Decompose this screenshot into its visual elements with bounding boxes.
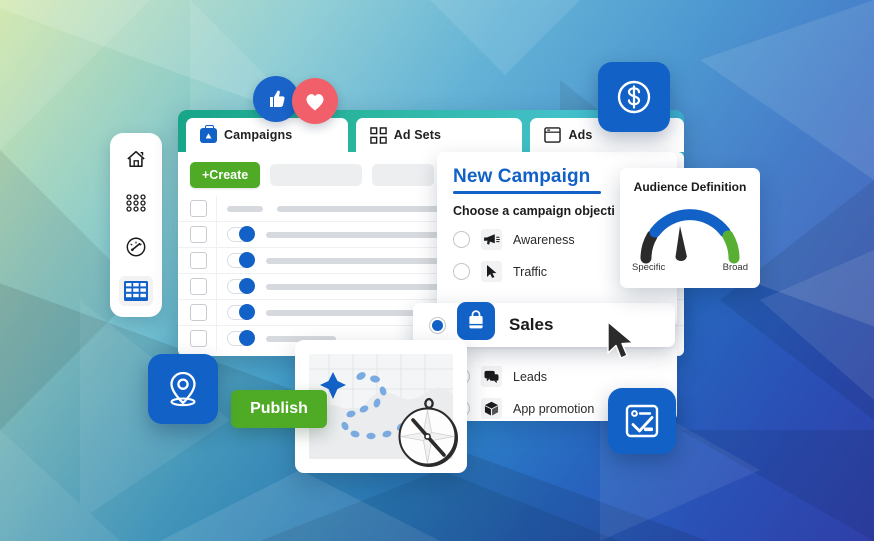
row-checkbox[interactable] (190, 330, 207, 347)
thumbs-up-icon (270, 90, 285, 107)
column-divider (216, 326, 217, 351)
audience-title: Audience Definition (633, 180, 747, 194)
objective-traffic-label: Traffic (513, 264, 548, 279)
objective-sales-label: Sales (509, 315, 554, 334)
adsets-grid-icon (370, 126, 387, 144)
row-checkbox[interactable] (190, 252, 207, 269)
table-grid-icon (124, 281, 148, 301)
row-toggle[interactable] (227, 277, 255, 294)
objective-radio[interactable] (453, 231, 470, 248)
cell-placeholder (277, 205, 442, 212)
publish-button[interactable]: Publish (231, 390, 327, 428)
row-toggle[interactable] (227, 303, 255, 320)
checklist-icon (625, 404, 659, 438)
objective-awareness-label: Awareness (513, 232, 575, 247)
sidebar-item-apps[interactable] (119, 188, 153, 218)
row-toggle[interactable] (227, 329, 255, 346)
megaphone-icon (481, 229, 502, 250)
location-badge[interactable] (148, 354, 218, 424)
sidebar-item-home[interactable] (119, 144, 153, 174)
screenshot-stage: Campaigns Ad Sets Ads +Create Leads App … (0, 0, 874, 541)
tab-campaigns[interactable]: Campaigns (186, 118, 348, 152)
column-divider (216, 300, 217, 325)
shopping-bag-icon (457, 302, 495, 340)
compass-icon (398, 398, 458, 467)
heart-icon (306, 94, 324, 111)
tab-ad-sets[interactable]: Ad Sets (355, 118, 523, 152)
dollar-badge[interactable] (598, 62, 670, 132)
left-sidebar[interactable] (110, 133, 162, 317)
tab-ads-label: Ads (568, 128, 593, 142)
dollar-circle-icon (617, 80, 651, 114)
speedometer-icon (126, 237, 146, 257)
audience-label-specific: Specific (632, 262, 666, 273)
home-icon (127, 150, 145, 168)
tab-campaigns-label: Campaigns (224, 128, 293, 142)
objective-leads-label: Leads (513, 369, 548, 384)
audience-label-broad: Broad (722, 262, 748, 273)
objective-leads[interactable]: Leads (453, 366, 677, 387)
column-divider (216, 196, 217, 221)
sidebar-item-dashboard[interactable] (119, 232, 153, 262)
column-divider (216, 222, 217, 247)
reaction-love[interactable] (292, 78, 338, 124)
chat-bubbles-icon (481, 366, 502, 387)
row-checkbox[interactable] (190, 304, 207, 321)
audience-definition-card: Audience Definition Specific Broad (620, 168, 760, 288)
row-toggle[interactable] (227, 225, 255, 242)
cube-box-icon (481, 398, 502, 419)
create-button[interactable]: +Create (190, 162, 261, 188)
task-badge[interactable] (608, 388, 676, 454)
cell-placeholder (227, 205, 263, 212)
objective-radio-selected[interactable] (429, 316, 446, 334)
campaigns-bag-icon (200, 124, 217, 143)
cursor-arrow-icon (481, 261, 502, 282)
objective-radio[interactable] (453, 263, 470, 280)
toolbar-placeholder-2 (372, 164, 435, 186)
row-toggle[interactable] (227, 251, 255, 268)
mouse-pointer (607, 321, 634, 359)
ads-frame-icon (544, 127, 562, 143)
row-checkbox[interactable] (190, 200, 207, 217)
audience-gauge-labels: Specific Broad (620, 262, 760, 273)
sidebar-item-table[interactable] (119, 276, 153, 306)
apps-grid-icon (126, 194, 146, 212)
map-pin-icon (170, 371, 196, 407)
column-divider (216, 274, 217, 299)
tab-ad-sets-label: Ad Sets (393, 128, 442, 142)
row-checkbox[interactable] (190, 278, 207, 295)
toolbar-placeholder-1 (270, 164, 363, 186)
column-divider (216, 248, 217, 273)
row-checkbox[interactable] (190, 226, 207, 243)
title-underline (453, 191, 601, 194)
objective-app-promotion-label: App promotion (513, 401, 595, 416)
audience-gauge (640, 209, 740, 264)
